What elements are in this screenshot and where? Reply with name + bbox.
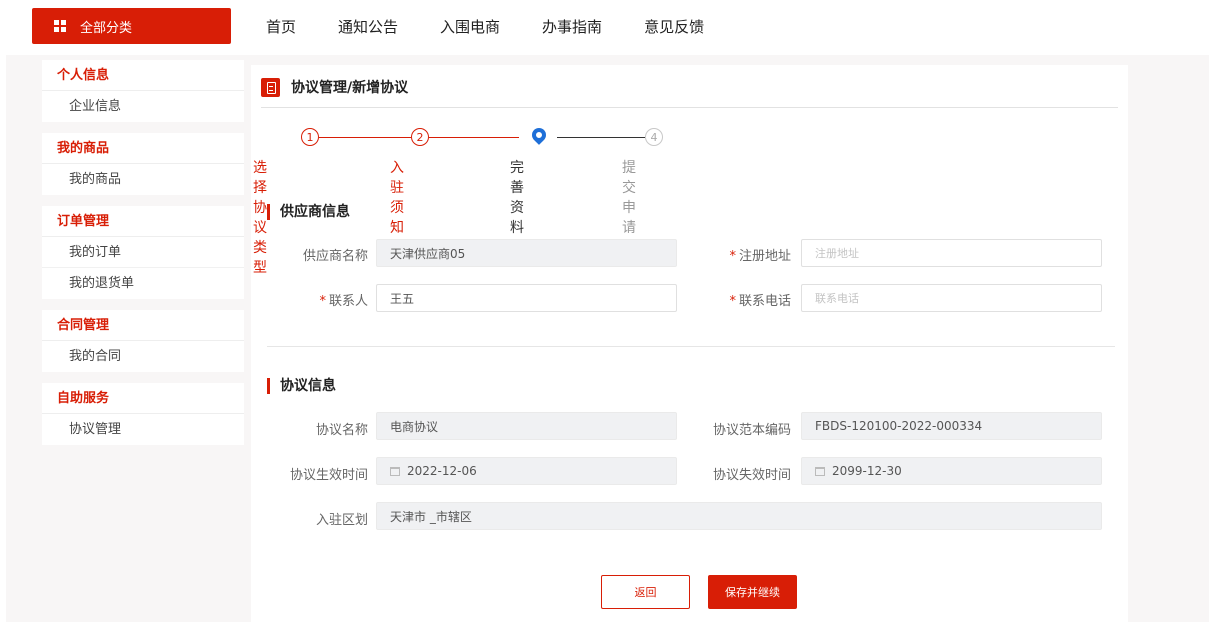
step-2-connector — [429, 137, 519, 138]
contact-label-wrap: * 联系人 — [271, 290, 368, 309]
address-label-wrap: * 注册地址 — [691, 245, 791, 264]
page-header: 协议管理/新增协议 — [261, 77, 408, 97]
nav-notices[interactable]: 通知公告 — [338, 16, 398, 37]
contact-input[interactable]: 王五 — [376, 284, 677, 312]
sidebar-item-my-contracts[interactable]: 我的合同 — [42, 341, 244, 372]
nav-guide[interactable]: 办事指南 — [542, 16, 602, 37]
sidebar-item-my-goods[interactable]: 我的商品 — [42, 164, 244, 195]
nav-feedback[interactable]: 意见反馈 — [644, 16, 704, 37]
step-2-label: 入驻须知 — [390, 160, 404, 236]
main-panel: 协议管理/新增协议 1 2 4 选择协议类型 入驻须知 完善资料 提交申请 供应… — [251, 65, 1128, 622]
address-label: 注册地址 — [738, 249, 791, 264]
step-3-connector — [557, 137, 645, 138]
region-field[interactable]: 天津市 _市辖区 — [376, 502, 1102, 530]
sidebar-group-personal: 个人信息 企业信息 — [42, 60, 244, 122]
address-input[interactable]: 注册地址 — [801, 239, 1102, 267]
step-4-label: 提交申请 — [622, 160, 636, 236]
sidebar-item-agreement-management[interactable]: 协议管理 — [42, 414, 244, 445]
required-asterisk: * — [729, 249, 736, 264]
header-divider — [261, 107, 1118, 108]
sidebar-group-goods: 我的商品 我的商品 — [42, 133, 244, 195]
step-2-circle: 2 — [411, 128, 429, 146]
main-nav: 首页 通知公告 入围电商 办事指南 意见反馈 — [266, 8, 746, 44]
sidebar-item-my-returns[interactable]: 我的退货单 — [42, 268, 244, 299]
region-label: 入驻区划 — [315, 513, 368, 528]
section-divider — [267, 346, 1115, 347]
sidebar-group-title: 个人信息 — [42, 60, 244, 91]
end-date-field[interactable]: 2099-12-30 — [801, 457, 1102, 485]
calendar-icon — [390, 466, 400, 476]
supplier-section-title: 供应商信息 — [267, 204, 350, 220]
phone-input[interactable]: 联系电话 — [801, 284, 1102, 312]
sidebar-group-title: 订单管理 — [42, 206, 244, 237]
location-pin-icon — [529, 125, 549, 145]
start-date-label: 协议生效时间 — [289, 468, 368, 483]
required-asterisk: * — [319, 294, 326, 309]
end-date-label: 协议失效时间 — [712, 468, 791, 483]
save-and-continue-button[interactable]: 保存并继续 — [708, 575, 797, 609]
phone-label-wrap: * 联系电话 — [691, 290, 791, 309]
agreement-section-title: 协议信息 — [267, 378, 336, 394]
phone-label: 联系电话 — [738, 294, 791, 309]
agreement-name-label: 协议名称 — [315, 423, 368, 438]
sidebar-group-self-service: 自助服务 协议管理 — [42, 383, 244, 445]
sidebar-item-company-info[interactable]: 企业信息 — [42, 91, 244, 122]
step-1-label: 选择协议类型 — [253, 160, 267, 276]
sidebar-group-contracts: 合同管理 我的合同 — [42, 310, 244, 372]
step-3-label: 完善资料 — [510, 160, 524, 236]
required-asterisk: * — [729, 294, 736, 309]
sidebar-item-my-orders[interactable]: 我的订单 — [42, 237, 244, 268]
supplier-name-label: 供应商名称 — [302, 249, 368, 264]
agreement-code-label: 协议范本编码 — [712, 423, 791, 438]
nav-home[interactable]: 首页 — [266, 16, 296, 37]
calendar-icon — [815, 466, 825, 476]
step-1-connector — [319, 137, 411, 138]
sidebar-group-title: 合同管理 — [42, 310, 244, 341]
nav-ecommerce[interactable]: 入围电商 — [440, 16, 500, 37]
all-categories-button[interactable]: 全部分类 — [32, 8, 231, 44]
document-icon — [261, 77, 280, 97]
page-title: 协议管理/新增协议 — [291, 80, 409, 96]
step-4-circle: 4 — [645, 128, 663, 146]
start-date-value: 2022-12-06 — [407, 464, 477, 478]
end-date-value: 2099-12-30 — [832, 464, 902, 478]
start-date-field[interactable]: 2022-12-06 — [376, 457, 677, 485]
sidebar-group-orders: 订单管理 我的订单 我的退货单 — [42, 206, 244, 299]
supplier-name-field[interactable]: 天津供应商05 — [376, 239, 677, 267]
all-categories-label: 全部分类 — [80, 20, 133, 36]
agreement-name-field[interactable]: 电商协议 — [376, 412, 677, 440]
back-button[interactable]: 返回 — [601, 575, 690, 609]
sidebar: 个人信息 企业信息 我的商品 我的商品 订单管理 我的订单 我的退货单 合同管理… — [42, 60, 244, 456]
contact-label: 联系人 — [328, 294, 368, 309]
sidebar-group-title: 自助服务 — [42, 383, 244, 414]
top-nav-bar: 全部分类 首页 通知公告 入围电商 办事指南 意见反馈 — [0, 0, 1213, 55]
sidebar-group-title: 我的商品 — [42, 133, 244, 164]
grid-icon — [54, 20, 66, 32]
step-1-circle: 1 — [301, 128, 319, 146]
agreement-code-field[interactable]: FBDS-120100-2022-000334 — [801, 412, 1102, 440]
